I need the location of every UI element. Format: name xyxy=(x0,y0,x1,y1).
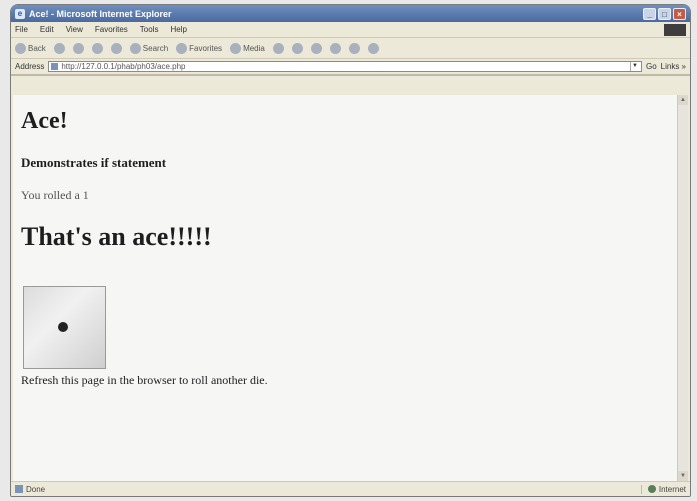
links-button[interactable]: Links » xyxy=(661,62,686,71)
favorites-label: Favorites xyxy=(189,43,223,53)
menu-view[interactable]: View xyxy=(66,25,83,34)
refresh-icon[interactable] xyxy=(91,42,103,54)
search-icon xyxy=(129,42,141,54)
security-zone: Internet xyxy=(640,484,686,494)
favorites-button[interactable]: Favorites xyxy=(176,42,223,54)
status-text: Done xyxy=(26,484,46,494)
die-pip xyxy=(58,322,68,332)
menu-tools[interactable]: Tools xyxy=(140,25,159,34)
scroll-up-icon[interactable]: ▲ xyxy=(678,95,688,105)
menu-favorites[interactable]: Favorites xyxy=(95,25,128,34)
minimize-button[interactable]: _ xyxy=(643,7,656,20)
menu-bar: File Edit View Favorites Tools Help xyxy=(11,22,690,38)
go-button[interactable]: Go xyxy=(646,62,657,71)
zone-label: Internet xyxy=(658,484,686,494)
media-button[interactable]: Media xyxy=(230,42,265,54)
die-image xyxy=(23,286,106,369)
print-icon[interactable] xyxy=(310,42,322,54)
mail-icon[interactable] xyxy=(291,42,303,54)
menu-help[interactable]: Help xyxy=(170,25,186,34)
history-icon[interactable] xyxy=(272,42,284,54)
address-dropdown-icon[interactable]: ▼ xyxy=(629,62,639,71)
ace-message: That's an ace!!!!! xyxy=(21,222,212,251)
standard-toolbar: Back Search Favorites Media xyxy=(11,38,690,59)
address-bar: Address http://127.0.0.1/phab/ph03/ace.p… xyxy=(11,59,690,76)
favorites-star-icon xyxy=(176,42,188,54)
menu-edit[interactable]: Edit xyxy=(40,25,54,34)
address-label: Address xyxy=(15,62,45,71)
page-subtitle: Demonstrates if statement xyxy=(21,155,167,170)
browser-window: e Ace! - Microsoft Internet Explorer _ □… xyxy=(10,4,691,497)
messenger-icon[interactable] xyxy=(367,42,379,54)
ie-icon: e xyxy=(15,8,25,19)
media-label: Media xyxy=(243,43,265,53)
refresh-instruction: Refresh this page in the browser to roll… xyxy=(21,373,268,387)
stop-icon[interactable] xyxy=(72,42,84,54)
title-bar: e Ace! - Microsoft Internet Explorer _ □… xyxy=(11,5,690,22)
discuss-icon[interactable] xyxy=(348,42,360,54)
back-label: Back xyxy=(28,43,46,53)
status-page-icon xyxy=(15,485,23,493)
status-bar: Done Internet xyxy=(11,481,690,496)
search-label: Search xyxy=(142,43,169,53)
back-arrow-icon xyxy=(15,42,26,54)
windows-logo-icon xyxy=(664,23,686,36)
maximize-button[interactable]: □ xyxy=(658,7,671,20)
back-button[interactable]: Back xyxy=(15,42,46,54)
forward-arrow-icon[interactable] xyxy=(53,42,65,54)
roll-result: You rolled a 1 xyxy=(21,188,89,202)
home-icon[interactable] xyxy=(110,42,122,54)
scroll-down-icon[interactable]: ▼ xyxy=(678,471,688,481)
edit-icon[interactable] xyxy=(329,42,341,54)
page-content: Ace! Demonstrates if statement You rolle… xyxy=(13,95,679,481)
search-button[interactable]: Search xyxy=(129,42,169,54)
vertical-scrollbar[interactable]: ▲ ▼ xyxy=(677,95,688,481)
page-title: Ace! xyxy=(21,108,68,134)
close-button[interactable]: × xyxy=(673,7,686,20)
menu-file[interactable]: File xyxy=(15,25,28,34)
address-input[interactable]: http://127.0.0.1/phab/ph03/ace.php ▼ xyxy=(48,61,642,72)
globe-icon xyxy=(647,485,656,493)
media-icon xyxy=(230,42,242,54)
page-icon xyxy=(51,63,59,70)
address-url: http://127.0.0.1/phab/ph03/ace.php xyxy=(61,62,186,71)
window-title: Ace! - Microsoft Internet Explorer xyxy=(29,8,172,19)
